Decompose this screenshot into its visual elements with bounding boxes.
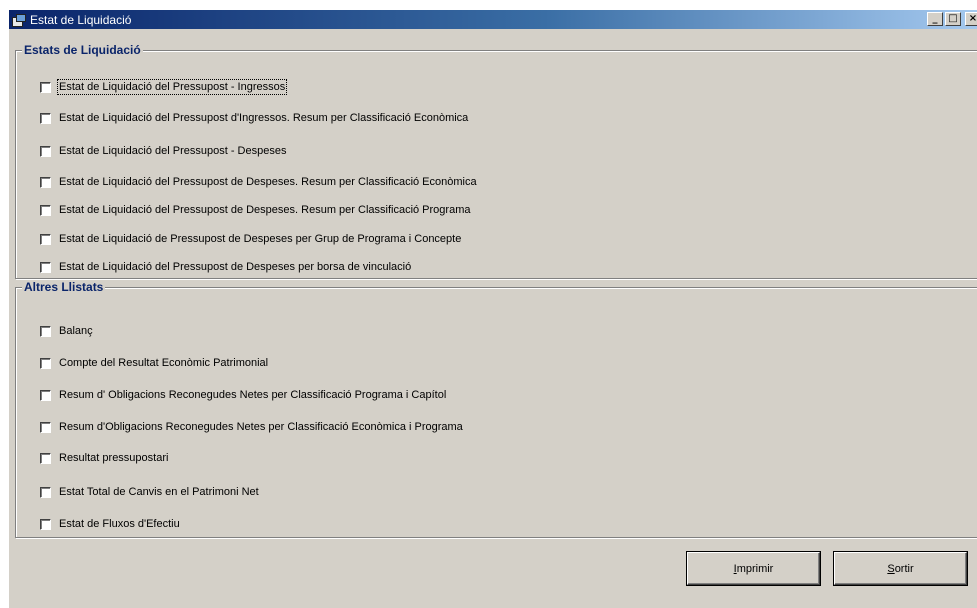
exit-accel: S	[887, 562, 895, 575]
option-row[interactable]: Compte del Resultat Econòmic Patrimonial	[40, 355, 269, 371]
checkbox[interactable]	[40, 233, 51, 245]
option-label[interactable]: Estat de Liquidació del Pressupost de De…	[58, 175, 478, 189]
option-label[interactable]: Compte del Resultat Econòmic Patrimonial	[58, 356, 269, 370]
option-label[interactable]: Resultat pressupostari	[58, 451, 169, 465]
app-icon	[12, 13, 26, 27]
option-label[interactable]: Balanç	[58, 324, 94, 338]
option-row[interactable]: Balanç	[40, 323, 94, 339]
checkbox[interactable]	[40, 145, 51, 157]
checkbox[interactable]	[40, 112, 51, 124]
maximize-button[interactable]: □	[945, 12, 961, 26]
option-label[interactable]: Estat de Fluxos d'Efectiu	[58, 517, 181, 531]
checkbox[interactable]	[40, 81, 51, 93]
checkbox[interactable]	[40, 176, 51, 188]
option-label[interactable]: Estat de Liquidació del Pressupost de De…	[58, 260, 412, 274]
group-estats-liquidacio: Estats de Liquidació Estat de Liquidació…	[15, 43, 977, 279]
group-title-altres: Altres Llistats	[22, 280, 106, 294]
option-row[interactable]: Estat Total de Canvis en el Patrimoni Ne…	[40, 484, 260, 500]
option-label[interactable]: Resum d' Obligacions Reconegudes Netes p…	[58, 388, 447, 402]
checkbox[interactable]	[40, 518, 51, 530]
option-label[interactable]: Estat de Liquidació del Pressupost d'Ing…	[58, 111, 469, 125]
option-label[interactable]: Estat Total de Canvis en el Patrimoni Ne…	[58, 485, 260, 499]
window-title: Estat de Liquidació	[30, 12, 132, 27]
option-row[interactable]: Estat de Liquidació del Pressupost d'Ing…	[40, 110, 469, 126]
exit-label: ortir	[894, 562, 914, 575]
group-title-liquidacio: Estats de Liquidació	[22, 43, 143, 57]
main-window: Estat de Liquidació _ □ × Estats de Liqu…	[8, 9, 977, 608]
option-label[interactable]: Estat de Liquidació de Pressupost de Des…	[58, 232, 462, 246]
checkbox[interactable]	[40, 421, 51, 433]
checkbox[interactable]	[40, 204, 51, 216]
option-row[interactable]: Estat de Liquidació del Pressupost de De…	[40, 202, 471, 218]
option-row[interactable]: Estat de Liquidació del Pressupost de De…	[40, 259, 412, 275]
option-row[interactable]: Resum d'Obligacions Reconegudes Netes pe…	[40, 419, 464, 435]
checkbox[interactable]	[40, 452, 51, 464]
minimize-button[interactable]: _	[927, 12, 943, 26]
option-row[interactable]: Estat de Liquidació de Pressupost de Des…	[40, 231, 462, 247]
print-label: mprimir	[736, 562, 774, 575]
exit-button[interactable]: Sortir	[834, 552, 967, 585]
option-row[interactable]: Resultat pressupostari	[40, 450, 169, 466]
checkbox[interactable]	[40, 389, 51, 401]
checkbox[interactable]	[40, 261, 51, 273]
option-row[interactable]: Estat de Liquidació del Pressupost - Des…	[40, 143, 287, 159]
option-row[interactable]: Resum d' Obligacions Reconegudes Netes p…	[40, 387, 447, 403]
option-label[interactable]: Estat de Liquidació del Pressupost - Ing…	[56, 79, 288, 95]
option-label[interactable]: Resum d'Obligacions Reconegudes Netes pe…	[58, 420, 464, 434]
checkbox[interactable]	[40, 357, 51, 369]
option-row[interactable]: Estat de Liquidació del Pressupost de De…	[40, 174, 478, 190]
option-label[interactable]: Estat de Liquidació del Pressupost - Des…	[58, 144, 287, 158]
option-row[interactable]: Estat de Fluxos d'Efectiu	[40, 516, 181, 532]
title-bar[interactable]: Estat de Liquidació _ □ ×	[9, 10, 977, 29]
checkbox[interactable]	[40, 486, 51, 498]
print-button[interactable]: Imprimir	[687, 552, 820, 585]
close-button[interactable]: ×	[965, 12, 977, 26]
group-altres-llistats: Altres Llistats Balanç Compte del Result…	[15, 280, 977, 538]
option-label[interactable]: Estat de Liquidació del Pressupost de De…	[58, 203, 471, 217]
checkbox[interactable]	[40, 325, 51, 337]
option-row[interactable]: Estat de Liquidació del Pressupost - Ing…	[40, 79, 288, 95]
